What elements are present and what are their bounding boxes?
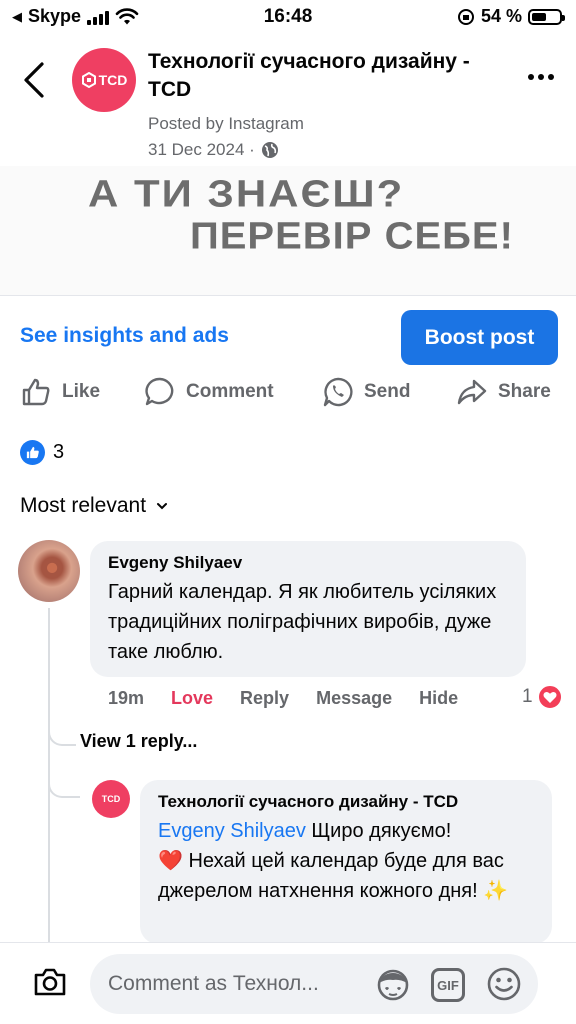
comment-bubble[interactable]: Evgeny Shilyaev Гарний календар. Я як лю… <box>90 541 526 677</box>
share-label: Share <box>498 381 551 402</box>
comment-bubble-icon <box>145 377 174 406</box>
reply-mention[interactable]: Evgeny Shilyaev <box>158 820 306 842</box>
comment-reaction-count[interactable]: 1 <box>522 684 563 710</box>
see-insights-link[interactable]: See insights and ads <box>20 324 229 348</box>
reaction-summary[interactable]: 3 <box>20 440 64 465</box>
thread-connector <box>48 760 80 798</box>
comment-text: Гарний календар. Я як любитель усіляких … <box>108 581 497 663</box>
reply-button[interactable]: Reply <box>240 688 289 709</box>
like-label: Like <box>62 381 101 402</box>
like-reaction-icon <box>20 440 45 465</box>
comment-time: 19m <box>108 688 145 708</box>
comment-input-placeholder[interactable]: Comment as Технол... <box>108 972 319 996</box>
comment-label: Comment <box>186 381 274 402</box>
globe-icon <box>261 142 278 158</box>
view-replies-link[interactable]: View 1 reply... <box>80 731 197 752</box>
reply-text: Evgeny Shilyaev Щиро дякуємо! ❤️ Нехай ц… <box>158 816 534 906</box>
reply-avatar-label: TCD <box>101 794 121 804</box>
battery-level <box>532 12 546 21</box>
reaction-count: 3 <box>53 441 65 463</box>
status-bar: ◀ Skype 16:48 54 % <box>0 0 576 34</box>
emoji-icon[interactable] <box>486 966 522 1002</box>
reply-bubble[interactable]: Технології сучасного дизайну - TCD Evgen… <box>140 780 552 944</box>
avatar-sticker-icon[interactable] <box>374 967 412 1003</box>
love-reaction-button[interactable]: Love <box>171 688 213 709</box>
divider <box>0 295 576 296</box>
reply-text-line2: ❤️ Нехай цей календар буде для вас джере… <box>158 850 509 902</box>
post-date: 31 Dec 2024 · <box>148 140 279 160</box>
battery-icon <box>528 8 565 25</box>
commenter-avatar[interactable] <box>18 540 80 602</box>
send-button[interactable]: Send <box>322 376 410 408</box>
message-button[interactable]: Message <box>316 688 392 709</box>
comment-author[interactable]: Evgeny Shilyaev <box>108 553 508 573</box>
page-avatar-label: TCD <box>98 72 128 88</box>
post-image-headline: А ТИ ЗНАЄШ? <box>88 172 405 215</box>
reply-author-avatar[interactable]: TCD <box>92 780 130 818</box>
more-options-icon[interactable] <box>528 74 554 80</box>
send-label: Send <box>364 381 411 402</box>
comment-reaction-number: 1 <box>522 686 533 707</box>
post-image-subheadline: ПЕРЕВІР СЕБЕ! <box>190 215 514 257</box>
share-button[interactable]: Share <box>456 376 551 408</box>
boost-post-button[interactable]: Boost post <box>401 310 558 365</box>
page-avatar[interactable]: TCD <box>72 48 136 112</box>
chevron-down-icon <box>157 503 168 510</box>
thumbs-up-icon <box>22 378 50 406</box>
heart-icon <box>536 684 563 710</box>
page-title[interactable]: Технології сучасного дизайну - TCD <box>148 48 478 104</box>
status-right: 54 % <box>457 6 565 27</box>
posted-by: Posted by Instagram <box>148 114 304 133</box>
thread-connector <box>48 700 76 746</box>
comment-meta: 19m Love Reply Message Hide <box>108 688 485 709</box>
reply-author[interactable]: Технології сучасного дизайну - TCD <box>158 792 534 812</box>
sort-label: Most relevant <box>20 494 147 517</box>
tcd-logo-icon <box>81 72 96 88</box>
gif-icon[interactable]: GIF <box>431 968 465 1002</box>
rotation-lock-icon <box>457 8 474 25</box>
reply-text-line1: Щиро дякуємо! <box>305 820 452 842</box>
post-image[interactable]: А ТИ ЗНАЄШ? ПЕРЕВІР СЕБЕ! <box>0 166 576 296</box>
camera-icon[interactable] <box>32 964 68 1000</box>
like-button[interactable]: Like <box>20 376 100 408</box>
comment-sort-dropdown[interactable]: Most relevant <box>20 494 168 518</box>
battery-percent: 54 % <box>480 6 522 26</box>
comment-button[interactable]: Comment <box>144 376 274 408</box>
whatsapp-icon <box>323 377 353 407</box>
hide-button[interactable]: Hide <box>419 688 458 709</box>
back-arrow-icon[interactable] <box>18 60 52 100</box>
post-date-text: 31 Dec 2024 · <box>148 140 255 159</box>
share-arrow-icon <box>457 379 487 405</box>
post-action-bar: Like Comment Send Share <box>0 372 576 416</box>
